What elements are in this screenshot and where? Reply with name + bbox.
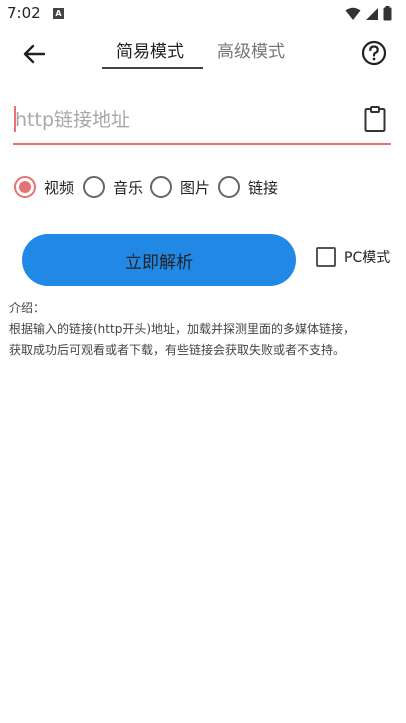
- tab-indicator: [102, 67, 203, 69]
- url-input[interactable]: [13, 100, 353, 140]
- radio-link[interactable]: 链接: [218, 176, 278, 198]
- arrow-left-icon: [23, 44, 45, 64]
- battery-icon: [383, 6, 392, 21]
- radio-music-indicator: [83, 176, 105, 198]
- intro-line-2: 获取成功后可观看或者下载，有些链接会获取失败或者不支持。: [9, 343, 346, 357]
- notification-icon: A: [53, 8, 64, 19]
- clipboard-icon: [364, 106, 386, 132]
- status-icons: [345, 6, 392, 21]
- radio-link-indicator: [218, 176, 240, 198]
- pc-mode-label: PC模式: [344, 250, 391, 266]
- radio-music[interactable]: 音乐: [83, 176, 143, 198]
- radio-image-indicator: [150, 176, 172, 198]
- pc-mode-checkbox[interactable]: PC模式: [316, 247, 390, 267]
- tab-simple-mode[interactable]: 简易模式: [116, 40, 184, 64]
- back-button[interactable]: [18, 38, 50, 70]
- intro-section: 介绍： 根据输入的链接(http开头)地址，加载并探测里面的多媒体链接， 获取成…: [9, 298, 399, 361]
- cellular-signal-icon: [366, 7, 378, 20]
- text-cursor: [14, 106, 16, 132]
- radio-music-label: 音乐: [113, 178, 144, 197]
- help-icon: [361, 40, 387, 66]
- radio-video-label: 视频: [44, 178, 75, 197]
- radio-image-label: 图片: [180, 178, 211, 197]
- radio-image[interactable]: 图片: [150, 176, 210, 198]
- intro-heading: 介绍：: [9, 301, 46, 315]
- url-underline: [13, 143, 391, 145]
- top-bar: 简易模式 高级模式: [0, 30, 406, 76]
- wifi-icon: [345, 7, 361, 20]
- parse-button[interactable]: 立即解析: [22, 234, 296, 286]
- radio-checked-dot: [19, 181, 31, 193]
- tab-advanced-mode[interactable]: 高级模式: [217, 40, 285, 64]
- url-field: [13, 96, 391, 146]
- checkbox-box: [316, 247, 336, 267]
- intro-line-1: 根据输入的链接(http开头)地址，加载并探测里面的多媒体链接，: [9, 322, 355, 336]
- radio-video-indicator: [14, 176, 36, 198]
- status-time: 7:02: [7, 4, 41, 22]
- help-button[interactable]: [359, 38, 389, 68]
- radio-video[interactable]: 视频: [14, 176, 74, 198]
- paste-button[interactable]: [360, 102, 390, 136]
- radio-link-label: 链接: [248, 178, 279, 197]
- status-bar: 7:02 A: [0, 0, 406, 28]
